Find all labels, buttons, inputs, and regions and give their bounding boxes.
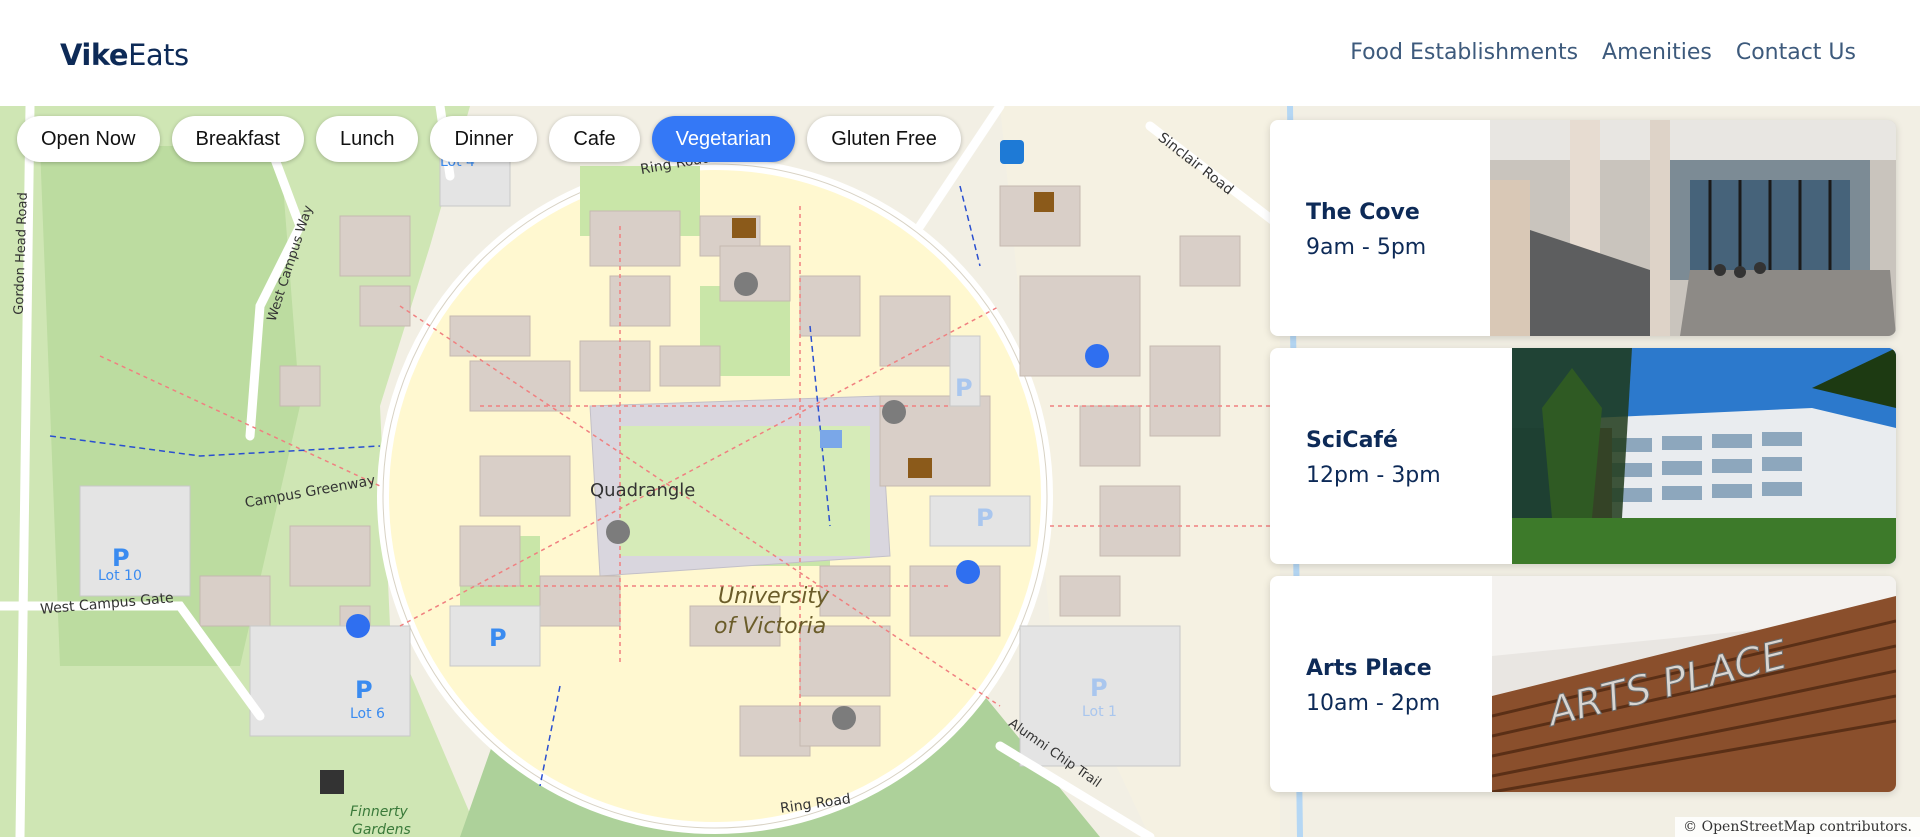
map-marker-closed[interactable] [734, 272, 758, 296]
map-marker-closed[interactable] [606, 520, 630, 544]
filter-vegetarian[interactable]: Vegetarian [651, 116, 796, 162]
nav-food-establishments[interactable]: Food Establishments [1350, 40, 1578, 65]
lot-6-label: Lot 6 [350, 706, 385, 722]
map-marker-closed[interactable] [832, 706, 856, 730]
establishment-hours: 12pm - 3pm [1306, 463, 1441, 488]
lot-1-label: Lot 1 [1082, 704, 1117, 720]
university-label: University [718, 584, 829, 609]
nav-contact-us[interactable]: Contact Us [1736, 40, 1856, 65]
svg-text:P: P [355, 676, 373, 704]
card-info: SciCafé 12pm - 3pm [1306, 428, 1441, 488]
lot-10-label: Lot 10 [98, 568, 142, 584]
establishment-name: SciCafé [1306, 428, 1398, 453]
establishment-card-the-cove[interactable]: The Cove 9am - 5pm [1270, 120, 1896, 336]
filter-breakfast[interactable]: Breakfast [171, 116, 304, 162]
of-victoria-label: of Victoria [714, 614, 827, 639]
filter-bar: Open Now Breakfast Lunch Dinner Cafe Veg… [17, 116, 961, 162]
quadrangle-label: Quadrangle [590, 480, 696, 501]
nav-amenities[interactable]: Amenities [1602, 40, 1712, 65]
filter-open-now[interactable]: Open Now [17, 116, 160, 162]
brand-rest: Eats [128, 38, 189, 72]
brand-bold: Vike [60, 38, 129, 72]
map-marker-open[interactable] [346, 614, 370, 638]
building-photo [1512, 348, 1896, 564]
establishment-name: The Cove [1306, 200, 1420, 225]
svg-text:P: P [489, 624, 507, 652]
card-info: The Cove 9am - 5pm [1306, 200, 1426, 260]
svg-text:P: P [1090, 674, 1108, 702]
gardens-label: Gardens [352, 822, 411, 837]
establishment-card-arts-place[interactable]: Arts Place 10am - 2pm ARTS PLACE [1270, 576, 1896, 792]
arts-place-sign-photo: ARTS PLACE [1492, 576, 1896, 792]
main-nav: Food Establishments Amenities Contact Us [1350, 40, 1856, 65]
map-attribution: © OpenStreetMap contributors. [1675, 817, 1920, 837]
brand-logo[interactable]: VikeEats [60, 38, 189, 72]
map-marker-open[interactable] [1085, 344, 1109, 368]
establishment-hours: 9am - 5pm [1306, 235, 1427, 260]
finnerty-label: Finnerty [350, 804, 408, 820]
atrium-photo [1490, 120, 1896, 336]
establishment-name: Arts Place [1306, 656, 1432, 681]
filter-gluten-free[interactable]: Gluten Free [807, 116, 961, 162]
svg-text:P: P [955, 374, 973, 402]
top-bar: VikeEats Food Establishments Amenities C… [0, 0, 1920, 106]
svg-text:P: P [976, 504, 994, 532]
card-info: Arts Place 10am - 2pm [1306, 656, 1440, 716]
establishment-hours: 10am - 2pm [1306, 691, 1441, 716]
establishment-card-scicafe[interactable]: SciCafé 12pm - 3pm [1270, 348, 1896, 564]
filter-cafe[interactable]: Cafe [549, 116, 640, 162]
filter-dinner[interactable]: Dinner [430, 116, 538, 162]
map-marker-open[interactable] [956, 560, 980, 584]
map-marker-closed[interactable] [882, 400, 906, 424]
filter-lunch[interactable]: Lunch [315, 116, 419, 162]
